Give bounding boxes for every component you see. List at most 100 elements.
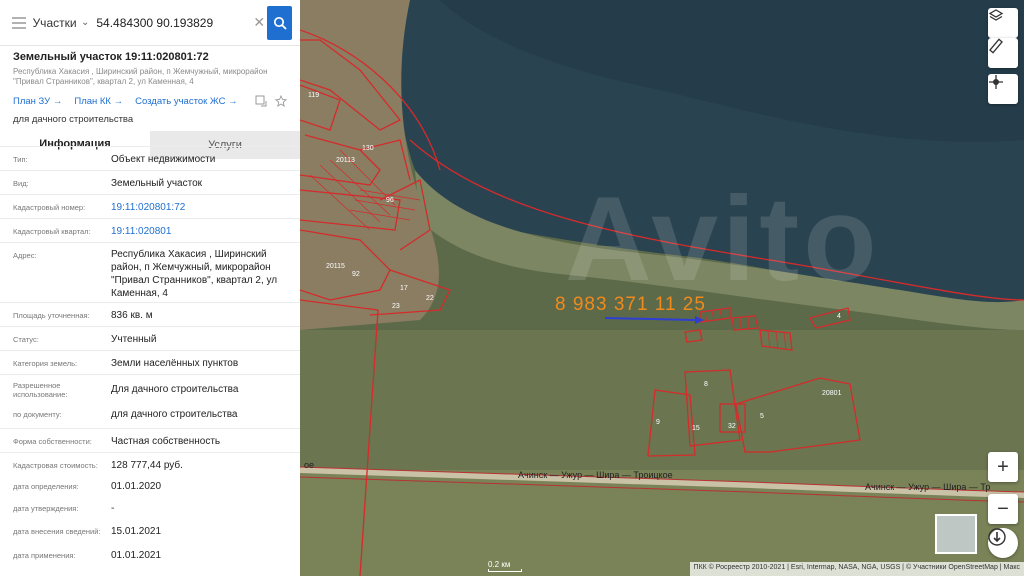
table-row: Кадастровый квартал: 19:11:020801: [0, 218, 300, 242]
scale-bar: [488, 569, 522, 572]
svg-text:23: 23: [392, 303, 400, 310]
row-value: 128 777,44 руб.: [111, 460, 183, 471]
svg-text:20115: 20115: [326, 263, 345, 270]
plan-zu-link[interactable]: План ЗУ →: [13, 96, 62, 107]
row-value: 01.01.2020: [111, 481, 162, 492]
svg-text:119: 119: [308, 92, 319, 99]
row-value: 836 кв. м: [111, 310, 153, 321]
row-label: Площадь уточненная:: [13, 311, 90, 320]
row-value: Республика Хакасия , Ширинский район, п …: [111, 249, 278, 299]
map-view[interactable]: 119 130 20113 96 20115 92 17 22 23 4 8 1…: [300, 0, 1024, 576]
svg-text:8: 8: [704, 381, 708, 388]
road-label-2: Ачинск — Ужур — Шира — Тр: [865, 482, 991, 492]
row-label: Категория земель:: [13, 359, 78, 368]
row-value: Объект недвижимости: [111, 154, 216, 165]
table-row: дата применения: 01.01.2021: [0, 544, 300, 568]
crosshair-icon: [989, 75, 1003, 89]
svg-text:4: 4: [837, 313, 841, 320]
row-value: 15.01.2021: [111, 526, 162, 537]
search-bar: Участки ⌄ ✕: [0, 0, 300, 46]
row-value: Для дачного строительства: [111, 384, 239, 395]
row-value: Частная собственность: [111, 436, 221, 447]
phone-overlay-text: 8 983 371 11 25: [555, 294, 706, 315]
minimap[interactable]: [935, 514, 977, 554]
table-row: Вид: Земельный участок: [0, 170, 300, 194]
table-row: Кадастровая стоимость: 128 777,44 руб.: [0, 452, 300, 476]
row-label: Статус:: [13, 335, 39, 344]
row-value: Земельный участок: [111, 178, 203, 189]
row-label: дата внесения сведений:: [13, 527, 101, 536]
row-value: -: [111, 503, 115, 514]
table-row: Кадастровый номер: 19:11:020801:72: [0, 194, 300, 218]
svg-text:17: 17: [400, 285, 408, 292]
table-row: Адрес: Республика Хакасия , Ширинский ра…: [0, 242, 300, 302]
zoom-out-button[interactable]: −: [988, 494, 1018, 524]
table-row: по документу: для дачного строительства: [0, 404, 300, 428]
copy-icon[interactable]: [255, 95, 267, 107]
layers-button[interactable]: [988, 8, 1018, 38]
svg-text:20801: 20801: [822, 390, 842, 397]
row-value: Земли населённых пунктов: [111, 358, 239, 369]
locate-button[interactable]: [988, 74, 1018, 104]
parcel-links: План ЗУ → План КК → Создать участок ЖС →: [13, 95, 287, 107]
table-row: Форма собственности: Частная собственнос…: [0, 428, 300, 452]
search-input[interactable]: [96, 15, 252, 30]
star-icon[interactable]: [275, 95, 287, 107]
row-value: для дачного строительства: [111, 409, 238, 420]
svg-text:5: 5: [760, 413, 764, 420]
ruler-button[interactable]: [988, 38, 1018, 68]
svg-text:20113: 20113: [336, 157, 355, 164]
scale-label: 0.2 км: [488, 560, 511, 569]
clear-icon[interactable]: ✕: [251, 14, 267, 31]
parcel-purpose: для дачного строительства: [13, 114, 134, 125]
row-label: дата применения:: [13, 551, 76, 560]
table-row: Площадь уточненная: 836 кв. м: [0, 302, 300, 326]
north-button[interactable]: [988, 528, 1018, 558]
plan-kk-link[interactable]: План КК →: [74, 96, 123, 107]
table-row: дата определения: 01.01.2020: [0, 476, 300, 498]
svg-text:9: 9: [656, 419, 660, 426]
table-row: дата утверждения: -: [0, 498, 300, 520]
row-label: Тип:: [13, 155, 28, 164]
svg-text:15: 15: [692, 425, 700, 432]
compass-icon: [988, 528, 1006, 546]
row-label: Форма собственности:: [13, 437, 92, 446]
row-value: 01.01.2021: [111, 550, 162, 561]
cadastral-quarter-link[interactable]: 19:11:020801: [111, 225, 291, 238]
search-button[interactable]: [267, 5, 292, 40]
row-label: дата определения:: [13, 482, 79, 491]
row-value: Учтенный: [111, 334, 157, 345]
ruler-icon: [989, 38, 1003, 54]
svg-text:22: 22: [426, 295, 434, 302]
table-row: Статус: Учтенный: [0, 326, 300, 350]
row-label: Адрес:: [13, 251, 37, 260]
info-panel: Участки ⌄ ✕ Земельный участок 19:11:0208…: [0, 0, 300, 576]
row-label: Кадастровый номер:: [13, 203, 86, 212]
row-label: дата утверждения:: [13, 504, 79, 513]
chevron-down-icon[interactable]: ⌄: [81, 17, 90, 28]
zoom-in-button[interactable]: +: [988, 452, 1018, 482]
table-row: Разрешенное использование: Для дачного с…: [0, 374, 300, 404]
map-attribution: ПКК © Росреестр 2010-2021 | Esri, Interm…: [689, 562, 1024, 576]
create-parcel-link[interactable]: Создать участок ЖС →: [135, 96, 237, 107]
search-icon: [273, 16, 287, 30]
row-label: Кадастровая стоимость:: [13, 461, 98, 470]
search-type-select[interactable]: Участки: [33, 16, 81, 30]
row-label: по документу:: [13, 410, 62, 419]
road-label: Ачинск — Ужур — Шира — Троицкое: [518, 470, 673, 480]
table-row: Тип: Объект недвижимости: [0, 146, 300, 170]
menu-button[interactable]: [6, 0, 33, 46]
cadastral-number-link[interactable]: 19:11:020801:72: [111, 201, 291, 214]
svg-text:96: 96: [386, 197, 394, 204]
svg-text:130: 130: [362, 145, 374, 152]
svg-text:32: 32: [728, 423, 736, 430]
layers-icon: [988, 9, 1004, 21]
hamburger-icon: [12, 16, 27, 29]
parcel-address: Республика Хакасия , Ширинский район, п …: [13, 67, 268, 86]
table-row: дата внесения сведений: 15.01.2021: [0, 520, 300, 544]
road-label-start: ое: [304, 460, 315, 470]
row-label: Вид:: [13, 179, 29, 188]
row-label: Кадастровый квартал:: [13, 227, 91, 236]
row-label: Разрешенное использование:: [13, 381, 68, 399]
parcel-title: Земельный участок 19:11:020801:72: [13, 51, 209, 63]
